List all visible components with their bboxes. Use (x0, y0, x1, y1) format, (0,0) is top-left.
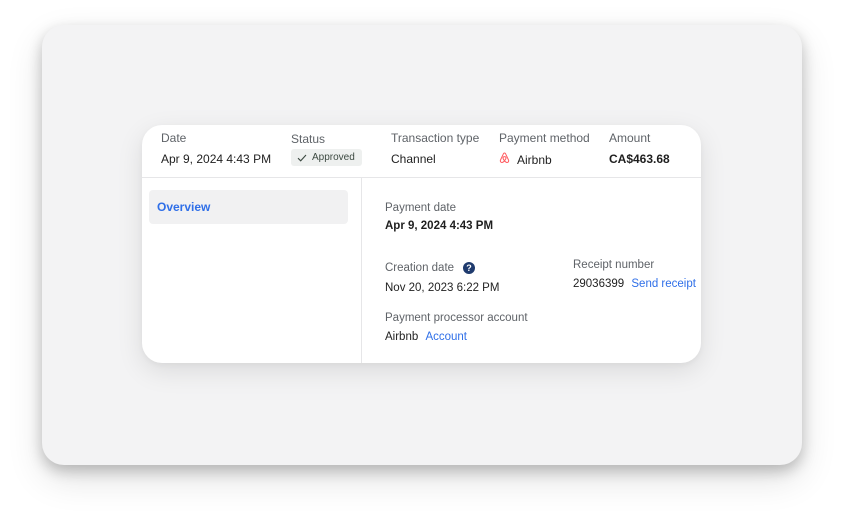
date-column: Date Apr 9, 2024 4:43 PM (161, 131, 271, 166)
sidebar: Overview (142, 178, 362, 363)
transaction-type-label: Transaction type (391, 131, 480, 145)
status-column: Status Approved (291, 131, 362, 166)
transaction-header: Date Apr 9, 2024 4:43 PM Status Approved… (142, 125, 701, 178)
transaction-type-value: Channel (391, 152, 436, 166)
date-label: Date (161, 131, 187, 145)
payment-method-label: Payment method (499, 131, 590, 145)
payment-date-label: Payment date (385, 202, 456, 214)
processor-account-value: Airbnb (385, 331, 419, 343)
status-value: Approved (312, 151, 355, 163)
processor-account-field: Payment processor account Airbnb Account (385, 311, 528, 344)
payment-date-value: Apr 9, 2024 4:43 PM (385, 220, 494, 232)
creation-date-field: Creation date ? Nov 20, 2023 6:22 PM (385, 261, 499, 295)
amount-label: Amount (609, 131, 651, 145)
payment-date-field: Payment date Apr 9, 2024 4:43 PM (385, 201, 493, 233)
receipt-number-field: Receipt number 29036399 Send receipt (573, 258, 696, 291)
date-value: Apr 9, 2024 4:43 PM (161, 152, 272, 166)
help-icon[interactable]: ? (463, 262, 476, 274)
receipt-number-label: Receipt number (573, 259, 655, 271)
amount-column: Amount CA$463.68 (609, 131, 670, 166)
transaction-card: Date Apr 9, 2024 4:43 PM Status Approved… (142, 125, 701, 363)
status-label: Status (291, 132, 326, 146)
processor-account-label: Payment processor account (385, 312, 528, 324)
payment-method-column: Payment method Airbnb (499, 131, 590, 167)
status-badge: Approved (291, 149, 362, 166)
checkmark-icon (297, 154, 307, 162)
amount-value: CA$463.68 (609, 152, 670, 166)
receipt-number-value: 29036399 (573, 278, 625, 290)
sidebar-item-overview[interactable]: Overview (149, 190, 348, 224)
creation-date-value: Nov 20, 2023 6:22 PM (385, 282, 500, 294)
payment-method-value: Airbnb (517, 152, 552, 167)
send-receipt-link[interactable]: Send receipt (631, 278, 696, 290)
creation-date-label: Creation date (385, 262, 455, 274)
airbnb-logo-icon (499, 152, 510, 167)
account-link[interactable]: Account (425, 331, 467, 343)
transaction-type-column: Transaction type Channel (391, 131, 479, 166)
